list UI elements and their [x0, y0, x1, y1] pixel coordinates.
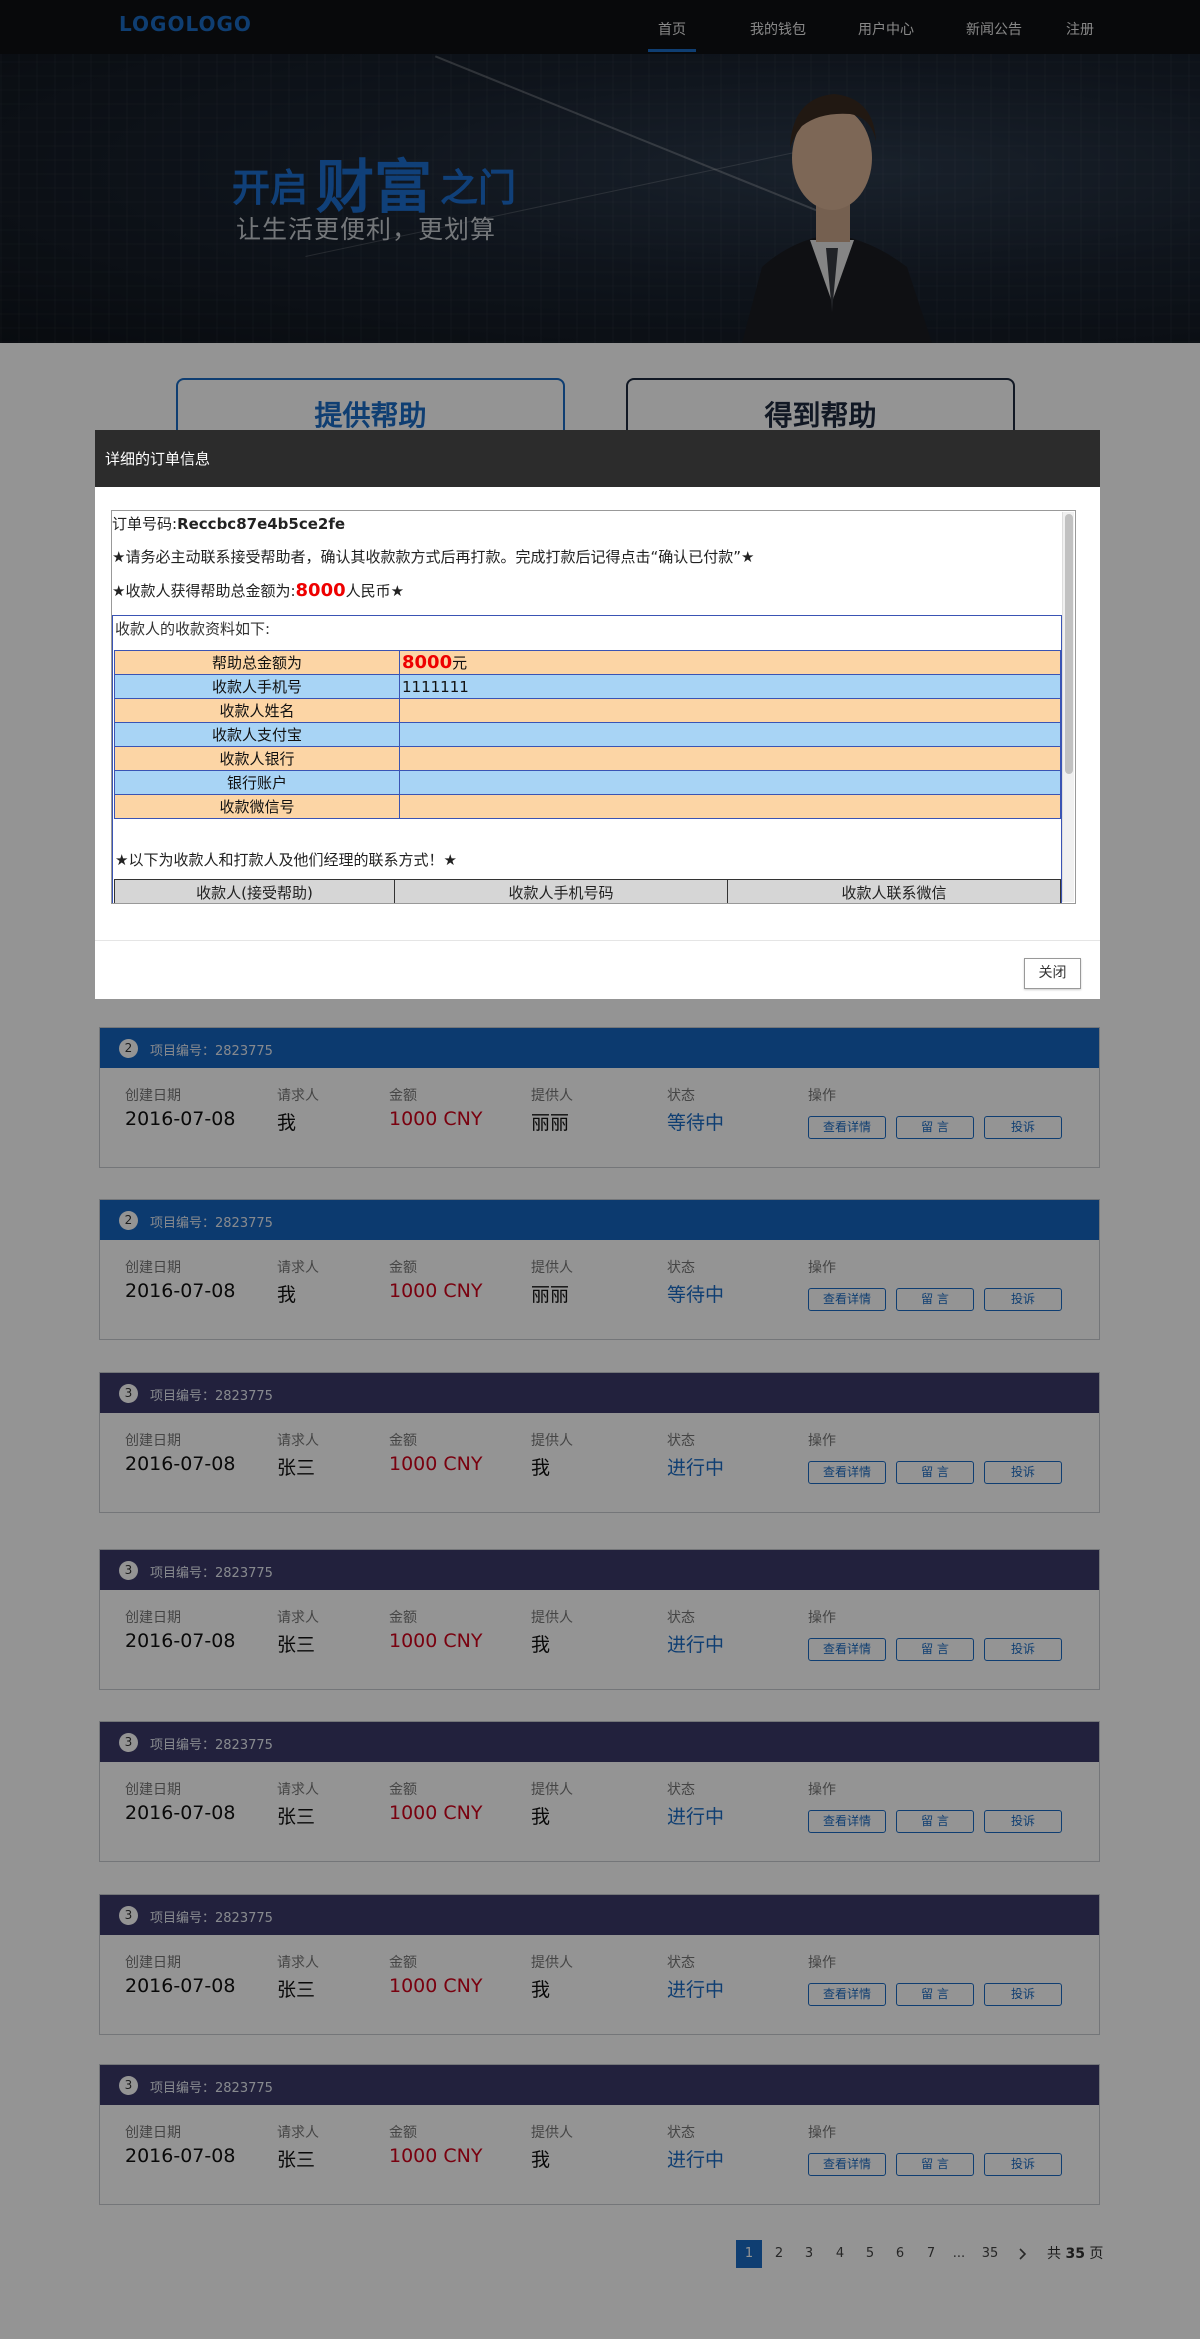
contact-caption: ★以下为收款人和打款人及他们经理的联系方式！★ — [115, 851, 457, 869]
modal-title: 详细的订单信息 — [95, 430, 1100, 487]
modal-overlay[interactable] — [0, 0, 1200, 2339]
order-number: 订单号码:Reccbc87e4b5ce2fe — [112, 515, 346, 533]
table-row: 收款人银行 — [114, 746, 1061, 771]
payee-info-caption: 收款人的收款资料如下: — [115, 620, 271, 638]
modal-scroll-area[interactable]: 订单号码:Reccbc87e4b5ce2fe ★请务必主动联系接受帮助者，确认其… — [111, 510, 1076, 904]
payee-info-box: 收款人的收款资料如下: 帮助总金额为 8000元 收款人手机号 1111111 收款… — [112, 615, 1062, 903]
payee-info-table: 帮助总金额为 8000元 收款人手机号 1111111 收款人姓名 收款人支付宝 收… — [114, 650, 1061, 819]
payment-notice: ★请务必主动联系接受帮助者，确认其收款款方式后再打款。完成打款后记得点击“确认已… — [112, 548, 755, 566]
scrollbar[interactable] — [1062, 512, 1074, 902]
close-button[interactable]: 关闭 — [1024, 958, 1081, 989]
table-row: 收款人支付宝 — [114, 722, 1061, 747]
table-row: 收款微信号 — [114, 794, 1061, 819]
total-amount-line: ★收款人获得帮助总金额为:8000人民币★ — [112, 580, 405, 601]
table-row: 帮助总金额为 8000元 — [114, 650, 1061, 675]
table-row: 银行账户 — [114, 770, 1061, 795]
table-header-row: 收款人(接受帮助) 收款人手机号码 收款人联系微信 — [114, 879, 1061, 903]
scrollbar-thumb[interactable] — [1065, 514, 1073, 774]
contact-table: 收款人(接受帮助) 收款人手机号码 收款人联系微信 — [114, 879, 1061, 903]
table-row: 收款人手机号 1111111 — [114, 674, 1061, 699]
table-row: 收款人姓名 — [114, 698, 1061, 723]
order-detail-modal: 详细的订单信息 订单号码:Reccbc87e4b5ce2fe ★请务必主动联系接… — [95, 430, 1100, 999]
